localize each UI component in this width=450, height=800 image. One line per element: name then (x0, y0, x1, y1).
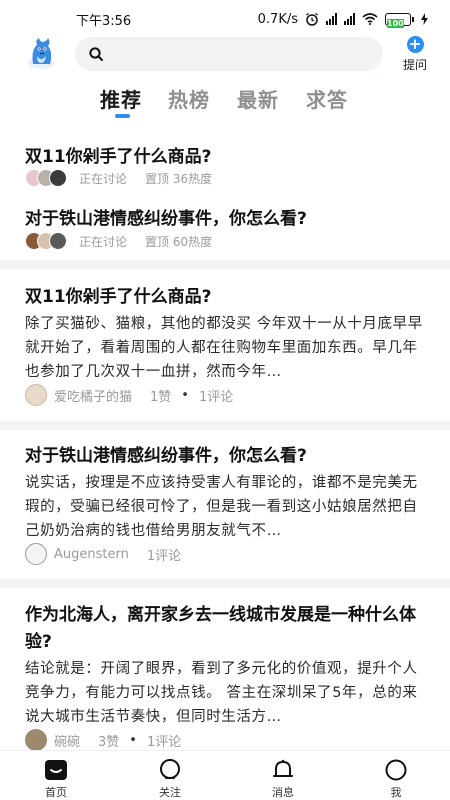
nav-follow[interactable]: 关注 (140, 759, 200, 800)
nav-home-label: 首页 (45, 786, 67, 799)
section-divider (0, 260, 450, 269)
ask-question-button[interactable]: + 提问 (398, 36, 432, 73)
bell-icon (273, 759, 293, 777)
question-title[interactable]: 双11你剁手了什么商品? (25, 284, 425, 311)
discussion-status: 正在讨论 (79, 171, 128, 186)
status-time: 下午3:56 (76, 13, 132, 29)
tab-ask[interactable]: 求答 (306, 84, 348, 113)
heat-count: 置顶 36热度 (145, 171, 213, 186)
nav-follow-label: 关注 (159, 786, 181, 799)
hot-topic-meta: 正在讨论 置顶 60热度 (25, 232, 212, 250)
comment-count: 1评论 (198, 389, 234, 405)
discussion-status: 正在讨论 (79, 234, 128, 249)
charging-icon (421, 13, 428, 25)
app-logo[interactable] (25, 36, 57, 70)
section-divider (0, 579, 450, 588)
nav-home[interactable]: 首页 (26, 759, 86, 800)
participant-avatars (25, 169, 67, 187)
section-divider (0, 421, 450, 430)
nav-profile[interactable]: 我 (366, 759, 426, 800)
category-tabs: 推荐 热榜 最新 求答 (0, 84, 450, 124)
answer-footer: Augenstern 1评论 (25, 543, 181, 565)
question-title[interactable]: 对于铁山港情感纠纷事件，你怎么看? (25, 443, 425, 470)
like-count: 3赞 (98, 734, 120, 750)
alarm-icon (306, 12, 318, 26)
avatar (49, 169, 67, 187)
search-input[interactable] (111, 46, 361, 62)
author-name[interactable]: 碗碗 (54, 731, 80, 750)
nav-messages[interactable]: 消息 (253, 759, 313, 800)
home-icon (45, 760, 67, 780)
top-bar: + 提问 (0, 36, 450, 74)
participant-avatars (25, 232, 67, 250)
nav-messages-label: 消息 (272, 786, 294, 799)
signal-icon (326, 13, 337, 25)
answer-footer: 碗碗 3赞 • 1评论 (25, 729, 181, 751)
separator-dot: • (181, 387, 189, 403)
question-title[interactable]: 作为北海人，离开家乡去一线城市发展是一种什么体验? (25, 602, 425, 656)
author-name[interactable]: 爱吃橘子的猫 (54, 386, 132, 405)
avatar[interactable] (25, 543, 47, 565)
heat-count: 置顶 60热度 (145, 234, 213, 249)
answer-footer: 爱吃橘子的猫 1赞 • 1评论 (25, 384, 233, 406)
avatar[interactable] (25, 384, 47, 406)
bottom-nav: 首页 关注 消息 我 (0, 750, 450, 800)
battery-level: 100 (387, 18, 404, 28)
status-icons: 0.7K/s 100 (257, 11, 428, 28)
search-bar[interactable] (75, 37, 383, 71)
hot-topic-meta: 正在讨论 置顶 36热度 (25, 169, 212, 187)
hot-topic-title[interactable]: 对于铁山港情感纠纷事件，你怎么看? (25, 204, 307, 229)
net-speed: 0.7K/s (257, 11, 298, 27)
search-icon (89, 47, 103, 61)
comment-count: 1评论 (146, 548, 182, 564)
active-tab-indicator (115, 114, 130, 118)
like-count: 1赞 (150, 389, 172, 405)
tab-hot[interactable]: 热榜 (168, 84, 210, 113)
answer-excerpt[interactable]: 除了买猫砂、猫粮，其他的都没买 今年双十一从十月底早早就开始了，看着周围的人都在… (25, 312, 425, 384)
wifi-icon (362, 13, 378, 25)
ask-label: 提问 (402, 58, 427, 72)
signal-icon-2 (344, 13, 355, 25)
profile-icon (385, 759, 407, 781)
separator-dot: • (129, 732, 137, 748)
avatar[interactable] (25, 729, 47, 751)
tab-recommend[interactable]: 推荐 (100, 84, 142, 113)
follow-icon (160, 759, 180, 779)
comment-count: 1评论 (146, 734, 182, 750)
status-bar: 下午3:56 0.7K/s 100 (0, 0, 450, 38)
avatar (49, 232, 67, 250)
nav-profile-label: 我 (390, 786, 402, 799)
answer-excerpt[interactable]: 结论就是：开阔了眼界，看到了多元化的价值观，提升个人竞争力，有能力可以找点钱。 … (25, 657, 425, 729)
hot-topic-title[interactable]: 双11你剁手了什么商品? (25, 142, 212, 167)
tab-latest[interactable]: 最新 (237, 84, 279, 113)
battery-icon: 100 (385, 12, 414, 28)
answer-excerpt[interactable]: 说实话，按理是不应该持受害人有罪论的，谁都不是完美无瑕的，受骗已经很可怜了，但是… (25, 471, 425, 543)
author-name[interactable]: Augenstern (54, 547, 129, 562)
plus-icon: + (406, 36, 424, 53)
